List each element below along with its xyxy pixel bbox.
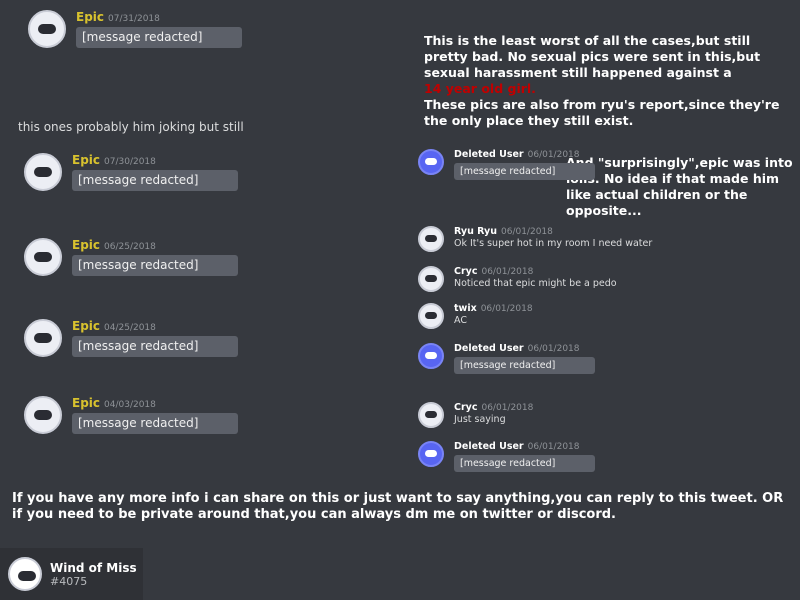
timestamp: 06/01/2018	[501, 227, 553, 237]
message: Cryc 06/01/2018 Just saying	[418, 402, 533, 428]
profile-card[interactable]: Wind of Miss #4075	[0, 548, 143, 600]
timestamp: 06/01/2018	[481, 267, 534, 277]
message: Cryc 06/01/2018 Noticed that epic might be…	[418, 266, 617, 292]
message-text: [message redacted]	[72, 336, 239, 357]
caption: this ones probably him joking but still	[18, 120, 244, 134]
timestamp: 06/01/2018	[480, 304, 533, 314]
message-text: Ok It's super hot in my room I need wate…	[454, 238, 653, 249]
username: Epic	[72, 238, 101, 252]
username: Deleted User	[454, 441, 524, 452]
intro-highlight: 14 year old girl.	[424, 81, 536, 96]
avatar	[418, 402, 444, 428]
message: Deleted User 06/01/2018 [message redacted]	[418, 343, 596, 374]
timestamp: 07/31/2018	[108, 14, 160, 24]
footer-text: If you have any more info i can share on…	[12, 491, 784, 522]
loli-note: And "surprisingly",epic was into lolis. …	[566, 155, 793, 218]
username: Epic	[72, 319, 101, 333]
avatar	[24, 319, 62, 357]
username: Epic	[72, 396, 101, 410]
message-text: [message redacted]	[72, 170, 239, 191]
avatar	[418, 441, 444, 467]
timestamp: 04/25/2018	[104, 323, 156, 333]
timestamp: 06/01/2018	[481, 403, 534, 413]
message-text: Just saying	[454, 414, 506, 425]
avatar	[24, 153, 62, 191]
username: Ryu Ryu	[454, 226, 497, 237]
timestamp: 07/30/2018	[104, 157, 156, 167]
username: Cryc	[454, 402, 478, 413]
intro-source: These pics are also from ryu's report,si…	[424, 97, 780, 128]
message-text: [message redacted]	[454, 163, 596, 180]
avatar	[8, 557, 42, 591]
avatar	[418, 266, 444, 292]
message: Ryu Ryu 06/01/2018 Ok It's super hot in my…	[418, 226, 652, 252]
timestamp: 06/01/2018	[527, 150, 580, 160]
avatar	[24, 238, 62, 276]
message-text: Noticed that epic might be a pedo	[454, 278, 617, 289]
avatar	[418, 343, 444, 369]
profile-name: Wind of Miss	[50, 560, 137, 575]
avatar	[24, 396, 62, 434]
message-text: [message redacted]	[76, 27, 243, 48]
intro-main: This is the least worst of all the cases…	[424, 33, 761, 80]
message: Epic 07/30/2018 [message redacted]	[24, 153, 239, 191]
message-text: AC	[454, 315, 467, 326]
username: Deleted User	[454, 343, 524, 354]
message-text: [message redacted]	[72, 413, 239, 434]
avatar	[28, 10, 66, 48]
intro-text: This is the least worst of all the cases…	[424, 33, 794, 129]
username: twix	[454, 303, 477, 314]
username: Epic	[72, 153, 101, 167]
message-text: [message redacted]	[454, 455, 596, 472]
timestamp: 06/01/2018	[527, 344, 580, 354]
profile-tag: #4075	[50, 574, 88, 588]
message: twix 06/01/2018 AC	[418, 303, 533, 329]
timestamp: 06/01/2018	[527, 442, 580, 452]
message: Epic 07/31/2018 [message redacted]	[28, 10, 243, 48]
username: Epic	[76, 10, 105, 24]
username: Deleted User	[454, 149, 524, 160]
message: Deleted User 06/01/2018 [message redacted]	[418, 149, 596, 180]
avatar	[418, 226, 444, 252]
message: Epic 06/25/2018 [message redacted]	[24, 238, 239, 276]
avatar	[418, 149, 444, 175]
message: Epic 04/25/2018 [message redacted]	[24, 319, 239, 357]
username: Cryc	[454, 266, 478, 277]
timestamp: 06/25/2018	[104, 242, 156, 252]
message: Epic 04/03/2018 [message redacted]	[24, 396, 239, 434]
message-text: [message redacted]	[454, 357, 596, 374]
avatar	[418, 303, 444, 329]
message: Deleted User 06/01/2018 [message redacted]	[418, 441, 596, 472]
timestamp: 04/03/2018	[104, 400, 156, 410]
message-text: [message redacted]	[72, 255, 239, 276]
